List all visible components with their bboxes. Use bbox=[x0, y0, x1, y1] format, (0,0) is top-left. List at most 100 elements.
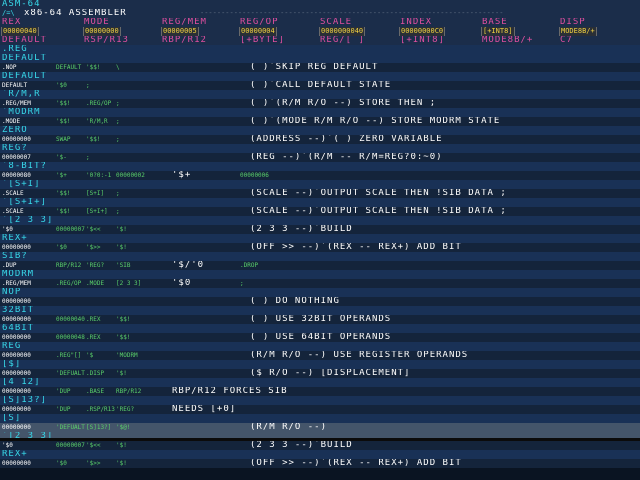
header-val-rex: 00000040 bbox=[1, 27, 39, 36]
cell-d: ; bbox=[116, 190, 120, 197]
word-label-row[interactable]: `8-BIT? bbox=[0, 162, 640, 171]
subtitle-bar: /=\ x86-64 ASSEMBLER -------------------… bbox=[0, 9, 640, 18]
code-row[interactable]: 00000000 00000040 .REX '$$! ( ) USE 32BIT OP… bbox=[0, 315, 640, 324]
cell-a: .SCALE bbox=[2, 190, 24, 197]
cell-b: '$$! bbox=[56, 100, 71, 107]
cell-b: 'DUP bbox=[56, 388, 71, 395]
code-row[interactable]: 00000000 'DEFUALT .DISP '$! ($ R/O --) [DISP… bbox=[0, 369, 640, 378]
cell-a: DEFAULT bbox=[2, 82, 28, 89]
code-row[interactable]: '$0 00000007 '$<< '$! (2 3 3 --)`BUILD bbox=[0, 441, 640, 450]
word-label-row[interactable]: `[S+I] bbox=[0, 180, 640, 189]
cell-a: SIB? bbox=[2, 252, 28, 261]
code-row[interactable]: 00000000 '$0 '$>> '$! (OFF >> --)`(REX -- RE… bbox=[0, 243, 640, 252]
cell-b: 'DEFUALT bbox=[56, 424, 85, 431]
cell-d: '$! bbox=[116, 244, 127, 251]
cell-e: (SCALE --)`OUTPUT SCALE THEN !SIB DATA ; bbox=[250, 207, 507, 216]
code-row[interactable]: 00000080 '$+ '0?0:-1 00000002 '$+ 00000006 bbox=[0, 171, 640, 180]
word-label-row[interactable]: [S] bbox=[0, 414, 640, 423]
cell-a: 64BIT bbox=[2, 324, 35, 333]
cell-a: [4 12] bbox=[2, 378, 41, 387]
cell-a: REG bbox=[2, 342, 22, 351]
header-val2-4: REG/[ ] bbox=[320, 36, 365, 45]
code-row[interactable]: .MODE '$$! 'R/M,R; ( )`(MODE R/M R/O --) ST… bbox=[0, 117, 640, 126]
header-val-base: [+INT8] bbox=[481, 27, 515, 36]
code-row[interactable]: 00000007 '$-; (REG --)`(R/M -- R/M=REG?0:~… bbox=[0, 153, 640, 162]
word-label-row[interactable]: [S]13?] bbox=[0, 396, 640, 405]
header-val-disp: MODE8B/+ bbox=[559, 27, 597, 36]
code-row[interactable]: 00000000 ( ) DO NOTHING bbox=[0, 297, 640, 306]
cell-b: SWAP bbox=[56, 136, 71, 143]
code-row[interactable]: 00000000 'DUP .BASE RBP/R12 RBP/R12 FORCES S… bbox=[0, 387, 640, 396]
code-row[interactable]: .REG/MEM '$$! .REG/OP; ( )`(R/M R/O --) STO… bbox=[0, 99, 640, 108]
word-label-row[interactable]: NOP bbox=[0, 288, 640, 297]
code-row[interactable]: 00000000 'DEFUALT [S]13?] '$@! (R/M R/O --) bbox=[0, 423, 640, 432]
word-label-row[interactable]: `[2 3 3] bbox=[0, 216, 640, 225]
cell-d: '$! bbox=[116, 460, 127, 467]
cell-a: .REG/MEM bbox=[2, 280, 31, 287]
code-row[interactable]: 00000000 '$0 '$>> '$! (OFF >> --)`(REX -- RE… bbox=[0, 459, 640, 468]
word-label-row[interactable]: MODRM bbox=[0, 270, 640, 279]
cell-c: 'R/M,R bbox=[86, 118, 108, 125]
cell-b: '$$! bbox=[56, 190, 71, 197]
word-label-row[interactable]: `[S+I+] bbox=[0, 198, 640, 207]
cell-a: REX+ bbox=[2, 450, 28, 459]
word-label-row[interactable]: REX+ bbox=[0, 450, 640, 459]
cell-b: '$$! bbox=[56, 208, 71, 215]
word-label-row[interactable]: DEFAULT bbox=[0, 54, 640, 63]
cell-a: 00000080 bbox=[2, 172, 31, 179]
cell-c: .REX bbox=[86, 316, 101, 323]
cell-a: 00000000 bbox=[2, 316, 31, 323]
code-row[interactable]: DEFAULT '$0; ( )`CALL DEFAULT STATE bbox=[0, 81, 640, 90]
cell-a: 00000000 bbox=[2, 460, 31, 467]
word-label-row[interactable]: REG bbox=[0, 342, 640, 351]
cell-a: .REG/MEM bbox=[2, 100, 31, 107]
word-label-row[interactable]: .REG bbox=[0, 45, 640, 54]
cell-e: (SCALE --)`OUTPUT SCALE THEN !SIB DATA ; bbox=[250, 189, 507, 198]
word-label-row[interactable]: 64BIT bbox=[0, 324, 640, 333]
word-label-row[interactable]: SIB? bbox=[0, 252, 640, 261]
cell-a: 00000000 bbox=[2, 352, 31, 359]
code-row[interactable]: .REG/MEM .REG/OP .MODE [2 3 3] '$0; bbox=[0, 279, 640, 288]
cell-c: '$$! bbox=[86, 136, 101, 143]
cell-e: ( ) DO NOTHING bbox=[250, 297, 340, 306]
word-label-row[interactable]: 32BIT bbox=[0, 306, 640, 315]
code-row[interactable]: .SCALE '$$! [S+I+]; (SCALE --)`OUTPUT SCALE… bbox=[0, 207, 640, 216]
cell-a: 00000000 bbox=[2, 298, 31, 305]
cell-a: `R/M,R bbox=[2, 90, 41, 99]
word-label-row[interactable]: REX+ bbox=[0, 234, 640, 243]
word-label-row[interactable]: DEFAULT bbox=[0, 72, 640, 81]
cell-e: RBP/R12 FORCES SIB bbox=[172, 387, 288, 396]
cell-f: 00000006 bbox=[240, 172, 269, 179]
cell-b: '$$! bbox=[56, 118, 71, 125]
cell-c: '$<< bbox=[86, 442, 101, 449]
word-label-row[interactable]: REG? bbox=[0, 144, 640, 153]
word-label-row[interactable]: [$] bbox=[0, 360, 640, 369]
word-label-row[interactable]: [4 12] bbox=[0, 378, 640, 387]
code-row[interactable]: .DUP RBP/R12 'REG? 'SIB '$/'0 .DROP bbox=[0, 261, 640, 270]
word-label-row[interactable]: `MODRM bbox=[0, 108, 640, 117]
cell-a: .MODE bbox=[2, 118, 21, 125]
cell-d: ; bbox=[116, 136, 120, 143]
cell-e: NEEDS [+0] bbox=[172, 405, 237, 414]
cell-c: ; bbox=[86, 154, 90, 161]
cell-c: 'REG? bbox=[86, 262, 105, 269]
code-row[interactable]: .NOP DEFAULT '$$! \ ( )`SKIP REG DEFAULT bbox=[0, 63, 640, 72]
cell-c: '$<< bbox=[86, 226, 101, 233]
subtitle-rule: ----------------------------------------… bbox=[200, 9, 504, 17]
cell-e: (REG --)`(R/M -- R/M=REG?0:~0) bbox=[250, 153, 443, 162]
code-row[interactable]: .SCALE '$$! [S+I]; (SCALE --)`OUTPUT SCALE … bbox=[0, 189, 640, 198]
cell-d: ; bbox=[116, 208, 120, 215]
code-row[interactable]: 00000000 'DUP .RSP/R13 'REG? NEEDS [+0] bbox=[0, 405, 640, 414]
cell-e: (2 3 3 --)`BUILD bbox=[250, 441, 353, 450]
header-val-regop: 00000004 bbox=[239, 27, 277, 36]
word-label-row[interactable]: `R/M,R bbox=[0, 90, 640, 99]
code-row[interactable]: 00000000 SWAP '$$!; (ADDRESS --)`( ) ZERO V… bbox=[0, 135, 640, 144]
code-row[interactable]: 00000000 00000048 .REX '$$! ( ) USE 64BIT OP… bbox=[0, 333, 640, 342]
header-val2-1: RSP/R13 bbox=[84, 36, 129, 45]
code-row[interactable]: '$0 00000007 '$<< '$! (2 3 3 --)`BUILD bbox=[0, 225, 640, 234]
cell-c: .BASE bbox=[86, 388, 105, 395]
code-row[interactable]: 00000000 .REG"[] '$ 'MODRM (R/M R/O --) USE … bbox=[0, 351, 640, 360]
cell-d: '$$! bbox=[116, 316, 131, 323]
word-label-row[interactable]: ZERO bbox=[0, 126, 640, 135]
cell-e: '$/'0 bbox=[172, 261, 205, 270]
